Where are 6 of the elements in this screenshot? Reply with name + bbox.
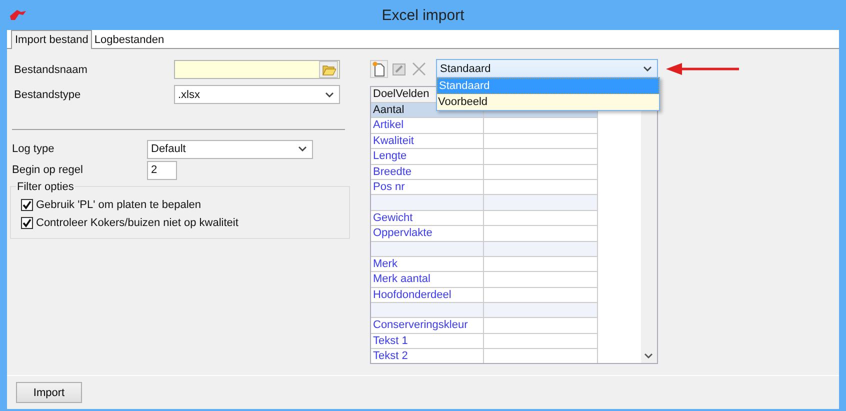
group-title: Filter opties — [16, 181, 75, 193]
field-label: Log type — [12, 143, 56, 155]
field-label: Bestandsnaam — [14, 64, 88, 76]
field-label: Begin op regel — [12, 164, 84, 176]
window-title: Excel import — [380, 6, 466, 24]
field-label: Bestandstype — [14, 88, 82, 100]
